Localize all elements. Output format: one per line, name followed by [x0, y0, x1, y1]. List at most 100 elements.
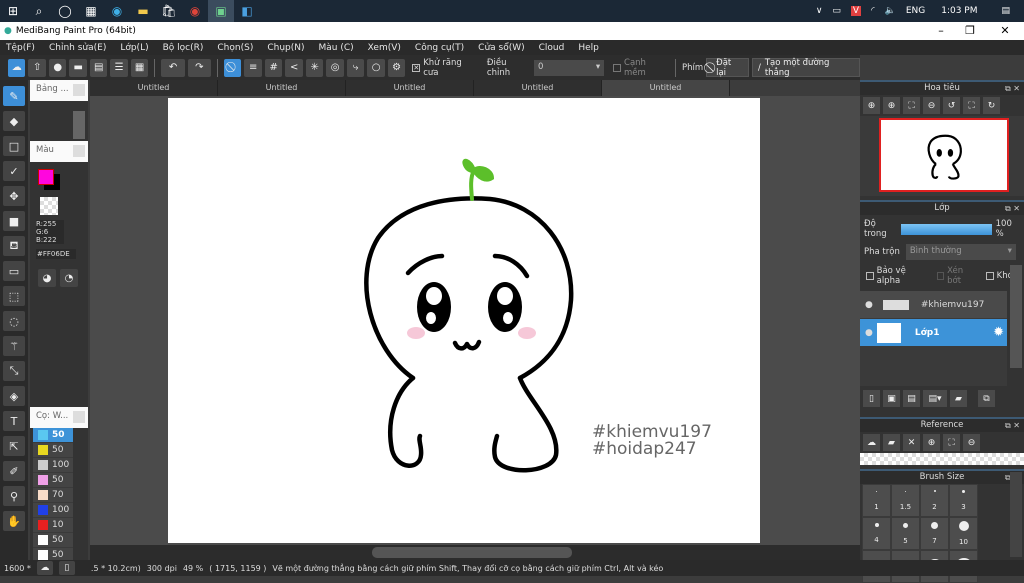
- palette-icon[interactable]: ◕: [38, 269, 56, 287]
- panel-close-icon[interactable]: [73, 84, 85, 96]
- smooth-edge-checkbox[interactable]: Cạnh mềm: [613, 58, 669, 78]
- menu-view[interactable]: Xem(V): [368, 43, 401, 53]
- brush-size-cell[interactable]: 10: [949, 517, 978, 550]
- volume-icon[interactable]: 🔈: [885, 6, 896, 16]
- grid-snap-icon[interactable]: #: [264, 58, 283, 77]
- edge-icon[interactable]: ◉: [104, 0, 130, 22]
- menu-capture[interactable]: Chụp(N): [267, 43, 304, 53]
- windows-start-icon[interactable]: ⊞: [0, 0, 26, 22]
- rectangle-tool-icon[interactable]: □: [3, 136, 25, 156]
- bucket-tool-icon[interactable]: ⛾: [3, 236, 25, 256]
- panel-float-close-icon[interactable]: ⧉ ✕: [1005, 419, 1020, 432]
- brush-list-item[interactable]: 100: [33, 503, 73, 518]
- add-layer-menu-icon[interactable]: ▤▾: [923, 390, 947, 407]
- zoom-in-icon[interactable]: ⊕: [863, 97, 880, 114]
- opacity-slider[interactable]: [901, 223, 992, 235]
- brush-list-item[interactable]: 70: [33, 488, 73, 503]
- tab-untitled-4[interactable]: Untitled: [474, 80, 602, 96]
- folder-icon[interactable]: ▰: [950, 390, 967, 407]
- fill-shape-tool-icon[interactable]: ■: [3, 211, 25, 231]
- cloud-icon[interactable]: ☁: [8, 58, 26, 77]
- brush-list-item[interactable]: 100: [33, 458, 73, 473]
- visibility-icon[interactable]: ●: [865, 300, 873, 310]
- transparent-color[interactable]: [40, 197, 58, 215]
- brush-size-cell[interactable]: 1: [862, 484, 891, 517]
- brush-panel-header[interactable]: Bảng ...: [30, 80, 88, 101]
- lasso-tool-icon[interactable]: ◌: [3, 311, 25, 331]
- new-halftone-layer-icon[interactable]: ▣: [883, 390, 900, 407]
- eyedropper-tool-icon[interactable]: ⚲: [3, 486, 25, 506]
- brush-list-item[interactable]: 50: [33, 428, 73, 443]
- panel-close-icon[interactable]: [73, 145, 85, 157]
- settings-gear-icon[interactable]: ⚙: [387, 58, 406, 77]
- zoom-in-icon[interactable]: ⊕: [923, 434, 940, 451]
- clipping-checkbox[interactable]: Xén bớt: [936, 266, 978, 286]
- viewport-indicator[interactable]: [879, 118, 1009, 192]
- layer-item-selected[interactable]: ● Lớp1 ✹: [860, 319, 1007, 346]
- document-icon[interactable]: ▤: [89, 58, 108, 77]
- palette-settings-icon[interactable]: ◔: [60, 269, 78, 287]
- cloud-upload-icon[interactable]: ☁: [36, 561, 53, 575]
- panel-close-icon[interactable]: [73, 411, 85, 423]
- vivaldi-icon[interactable]: V: [850, 6, 862, 16]
- share-icon[interactable]: ⇧: [28, 58, 46, 77]
- zoom-dropdown[interactable]: 1600 *: [4, 564, 31, 573]
- redo-icon[interactable]: ↷: [187, 58, 211, 77]
- move-tool-icon[interactable]: ✥: [3, 186, 25, 206]
- select-eraser-tool-icon[interactable]: ◈: [3, 386, 25, 406]
- panel-float-close-icon[interactable]: ⧉ ✕: [1005, 82, 1020, 95]
- brush-size-cell[interactable]: 4: [862, 517, 891, 550]
- straight-line-button[interactable]: / Tạo một đường thẳng: [751, 58, 860, 78]
- protect-alpha-checkbox[interactable]: Bảo vệ alpha: [866, 266, 929, 286]
- chrome-icon[interactable]: ◉: [182, 0, 208, 22]
- wifi-icon[interactable]: ◜: [871, 6, 875, 16]
- antialias-checkbox[interactable]: ✕ Khử răng cưa: [412, 58, 478, 78]
- menu-cloud[interactable]: Cloud: [539, 43, 565, 53]
- zoom-out-icon[interactable]: ⊖: [963, 434, 980, 451]
- duplicate-layer-icon[interactable]: ⧉: [978, 390, 995, 407]
- comment-icon[interactable]: ●: [48, 58, 67, 77]
- list-icon[interactable]: ☰: [110, 58, 128, 77]
- eraser-tool-icon[interactable]: ◆: [3, 111, 25, 131]
- perspective-snap-icon[interactable]: <: [285, 58, 303, 77]
- drawing-canvas[interactable]: #khiemvu197 #hoidap247: [168, 98, 760, 543]
- text-tool-icon[interactable]: T: [3, 411, 25, 431]
- tab-untitled-1[interactable]: Untitled: [90, 80, 218, 96]
- brush-list-item[interactable]: 10: [33, 518, 73, 533]
- menu-filter[interactable]: Bộ lọc(R): [163, 43, 204, 53]
- circle-snap-icon[interactable]: ○: [367, 58, 385, 77]
- store-icon[interactable]: 🛍: [156, 0, 182, 22]
- file-explorer-icon[interactable]: ▬: [130, 0, 156, 22]
- grid-edit-icon[interactable]: ▦: [130, 58, 149, 77]
- minimize-button[interactable]: –: [926, 22, 956, 40]
- blend-dropdown[interactable]: Bình thường ▾: [905, 244, 1016, 260]
- layer-scrollbar[interactable]: [1010, 265, 1022, 368]
- new-layer-icon[interactable]: ▯: [863, 390, 880, 407]
- scrollbar[interactable]: [73, 111, 85, 139]
- curve-snap-icon[interactable]: ⤷: [346, 58, 365, 77]
- gear-icon[interactable]: ✹: [993, 325, 1004, 340]
- menu-tools[interactable]: Công cụ(T): [415, 43, 464, 53]
- battery-icon[interactable]: ▭: [832, 6, 841, 16]
- fit-window-icon[interactable]: ⛶: [963, 97, 980, 114]
- reset-button[interactable]: ⃠Đặt lại: [706, 58, 749, 78]
- message-icon[interactable]: ▬: [69, 58, 87, 77]
- brush-size-cell[interactable]: 5: [891, 517, 920, 550]
- tab-untitled-2[interactable]: Untitled: [218, 80, 346, 96]
- zoom-in-icon[interactable]: ⊕: [883, 97, 900, 114]
- fit-icon[interactable]: ⛶: [903, 97, 920, 114]
- notification-icon[interactable]: ▤: [1001, 6, 1010, 16]
- menu-select[interactable]: Chọn(S): [217, 43, 253, 53]
- brush-size-cell[interactable]: 7: [920, 517, 949, 550]
- snap-off-icon[interactable]: ⃠: [223, 58, 242, 77]
- undo-icon[interactable]: ↶: [161, 58, 185, 77]
- reference-image-area[interactable]: [860, 453, 1024, 465]
- fit-icon[interactable]: ⛶: [943, 434, 960, 451]
- brush-list-item[interactable]: 50: [33, 533, 73, 548]
- scrollbar-thumb[interactable]: [372, 547, 572, 558]
- menu-edit[interactable]: Chỉnh sửa(E): [49, 43, 106, 53]
- visibility-icon[interactable]: ●: [865, 328, 873, 338]
- brush-list-item[interactable]: 50: [33, 473, 73, 488]
- menu-file[interactable]: Tệp(F): [6, 43, 35, 53]
- medibang-icon[interactable]: ▣: [208, 0, 234, 22]
